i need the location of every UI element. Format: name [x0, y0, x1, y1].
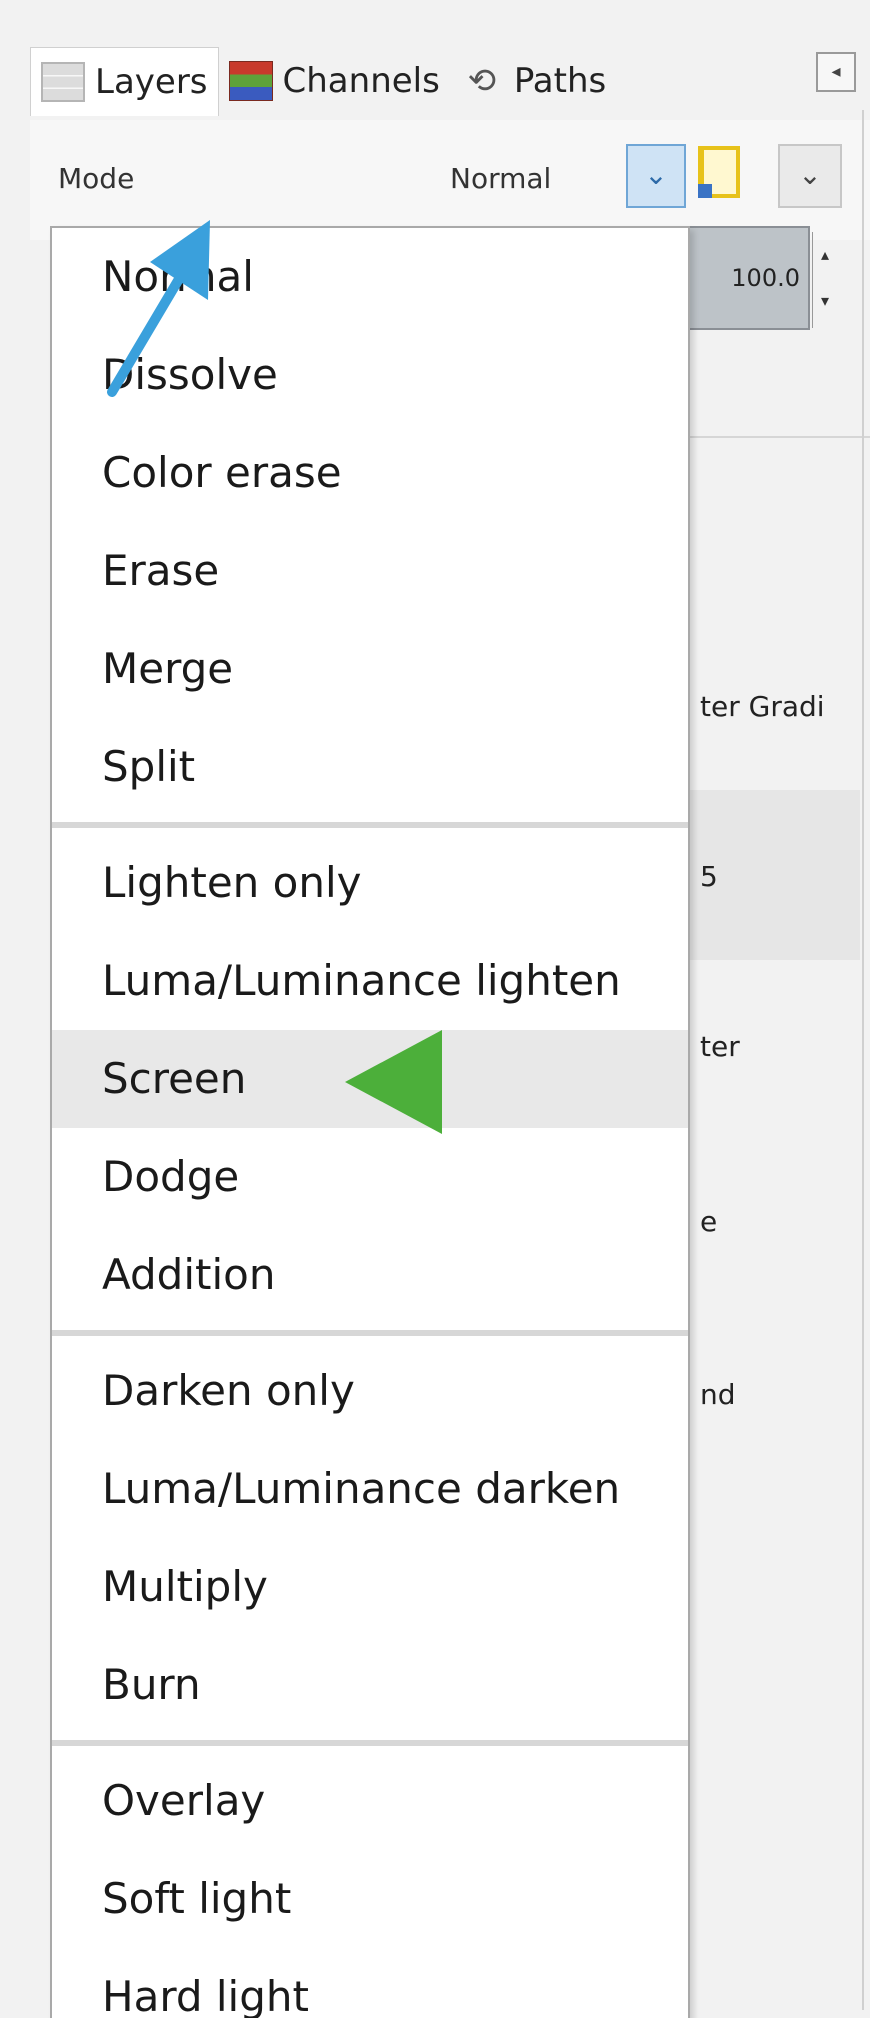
menu-separator: [52, 1734, 688, 1752]
menu-separator: [52, 816, 688, 834]
channels-icon: [228, 61, 273, 101]
layer-name-partial: e: [700, 1205, 718, 1238]
panel-edge: [862, 110, 864, 2010]
menu-item-dodge[interactable]: Dodge: [52, 1128, 688, 1226]
tab-paths[interactable]: ⟲ Paths: [450, 47, 616, 115]
menu-separator: [52, 1324, 688, 1342]
divider: [690, 436, 870, 438]
mode-row: Mode Normal ⌄ ⌄: [30, 120, 870, 240]
layers-icon: [41, 61, 85, 102]
dock-tab-bar: Layers Channels ⟲ Paths ◂: [30, 42, 860, 120]
layer-name-partial: ter: [700, 1030, 740, 1063]
menu-item-darken-only[interactable]: Darken only: [52, 1342, 688, 1440]
mode-value[interactable]: Normal: [450, 162, 551, 195]
menu-item-color-erase[interactable]: Color erase: [52, 424, 688, 522]
spinner-down-icon[interactable]: ▾: [813, 278, 837, 324]
menu-item-addition[interactable]: Addition: [52, 1226, 688, 1324]
menu-item-screen[interactable]: Screen: [52, 1030, 688, 1128]
menu-item-lighten-only[interactable]: Lighten only: [52, 834, 688, 932]
menu-item-erase[interactable]: Erase: [52, 522, 688, 620]
chevron-down-icon: ⌄: [798, 158, 822, 191]
opacity-spinner[interactable]: ▴ ▾: [812, 232, 837, 328]
gimp-layers-panel: Layers Channels ⟲ Paths ◂ Mode Normal ⌄ …: [0, 0, 870, 2018]
mode-dropdown-button[interactable]: ⌄: [626, 144, 686, 208]
menu-item-dissolve[interactable]: Dissolve: [52, 326, 688, 424]
layer-name-partial: nd: [700, 1378, 736, 1411]
layer-name-partial: 5: [700, 860, 718, 893]
layer-name-partial: ter Gradi: [700, 690, 825, 723]
mode-label: Mode: [58, 162, 135, 195]
menu-item-normal[interactable]: Normal: [52, 228, 688, 326]
composite-mode-dropdown-button[interactable]: ⌄: [778, 144, 842, 208]
tab-paths-label: Paths: [513, 61, 607, 101]
spinner-up-icon[interactable]: ▴: [813, 232, 837, 278]
mode-dropdown-menu: Normal Dissolve Color erase Erase Merge Split…: [50, 226, 690, 2018]
menu-item-multiply[interactable]: Multiply: [52, 1538, 688, 1636]
panel-menu-icon: ◂: [831, 61, 841, 82]
reset-mode-icon[interactable]: [698, 146, 740, 198]
menu-item-burn[interactable]: Burn: [52, 1636, 688, 1734]
tab-layers[interactable]: Layers: [30, 46, 219, 116]
menu-item-hard-light[interactable]: Hard light: [52, 1948, 688, 2018]
tab-channels[interactable]: Channels: [219, 47, 450, 115]
menu-item-merge[interactable]: Merge: [52, 620, 688, 718]
menu-item-overlay[interactable]: Overlay: [52, 1752, 688, 1850]
panel-menu-button[interactable]: ◂: [816, 52, 856, 92]
tab-channels-label: Channels: [282, 61, 440, 101]
opacity-value: 100.0: [731, 264, 800, 292]
chevron-down-icon: ⌄: [644, 158, 668, 191]
menu-item-luma-luminance-darken[interactable]: Luma/Luminance darken: [52, 1440, 688, 1538]
tab-layers-label: Layers: [95, 61, 208, 102]
menu-item-luma-luminance-lighten[interactable]: Luma/Luminance lighten: [52, 932, 688, 1030]
paths-icon: ⟲: [467, 61, 497, 101]
menu-item-split[interactable]: Split: [52, 718, 688, 816]
menu-item-soft-light[interactable]: Soft light: [52, 1850, 688, 1948]
